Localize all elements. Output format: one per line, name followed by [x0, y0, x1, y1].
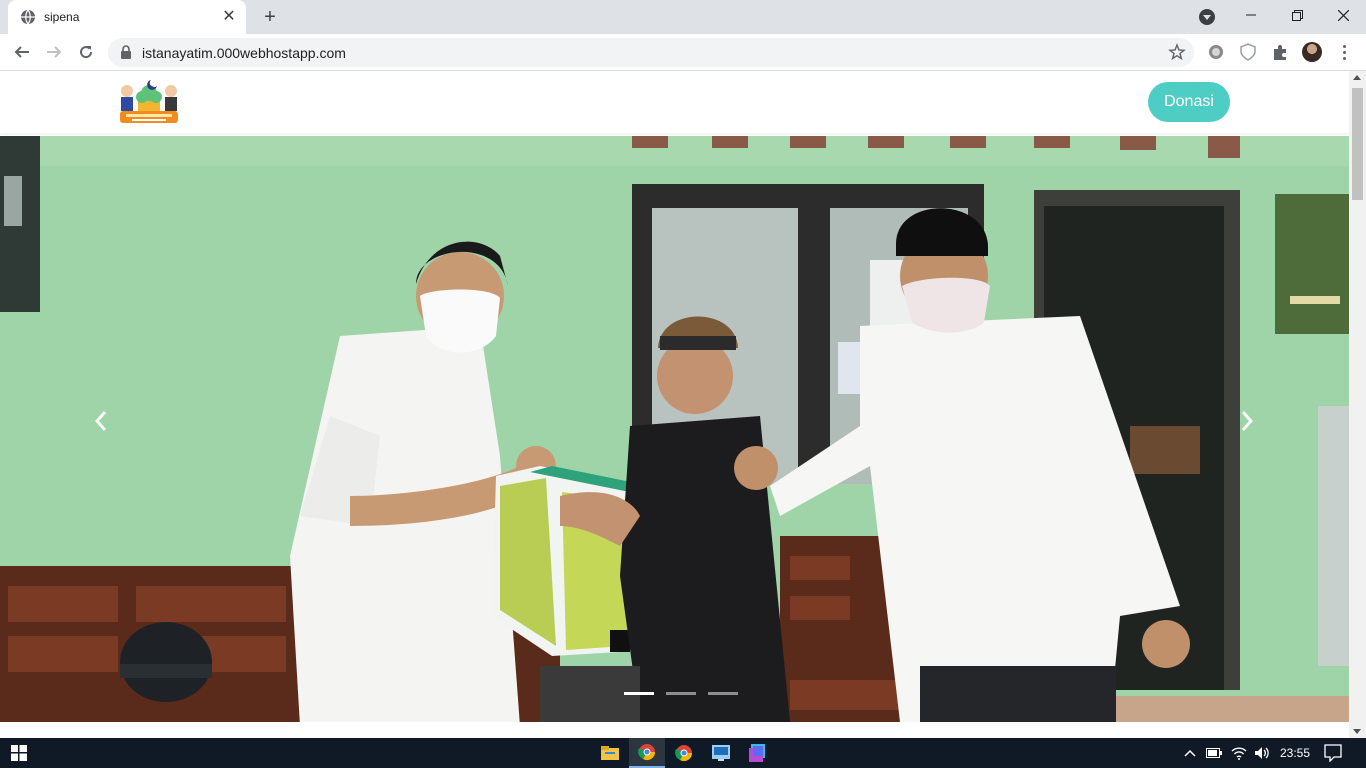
shield-icon	[1240, 43, 1256, 61]
chevron-left-icon	[94, 411, 107, 431]
hero-carousel	[0, 136, 1349, 722]
browser-tab[interactable]: sipena ✕	[8, 0, 246, 34]
battery-icon[interactable]	[1205, 744, 1223, 762]
file-explorer-taskbar-button[interactable]	[592, 738, 628, 768]
tab-search-icon[interactable]	[1199, 9, 1215, 25]
puzzle-icon	[1274, 45, 1286, 60]
carousel-indicator-3[interactable]	[708, 692, 738, 695]
app-icon	[749, 744, 765, 762]
browser-menu-button[interactable]	[1334, 42, 1354, 62]
tab-strip: sipena ✕ +	[0, 0, 1366, 34]
file-explorer-icon	[601, 746, 619, 760]
app-taskbar-button[interactable]	[703, 738, 739, 768]
taskbar-clock[interactable]: 23:55	[1280, 746, 1310, 760]
globe-icon	[21, 9, 35, 25]
scroll-down-arrow-icon[interactable]	[1353, 729, 1361, 734]
profile-avatar[interactable]	[1302, 42, 1322, 62]
carousel-prev-button[interactable]	[86, 406, 116, 436]
reload-button[interactable]	[74, 40, 98, 64]
browser-toolbar: istanayatim.000webhostapp.com	[0, 34, 1366, 71]
tray-chevron-up-icon[interactable]	[1181, 744, 1199, 762]
app-icon	[712, 745, 730, 761]
carousel-next-button[interactable]	[1232, 406, 1262, 436]
forward-button[interactable]	[42, 40, 66, 64]
chrome-taskbar-button-active[interactable]	[629, 738, 665, 768]
minimize-icon	[1246, 14, 1256, 16]
app-taskbar-button-2[interactable]	[740, 738, 776, 768]
page-scrollbar[interactable]	[1349, 71, 1366, 738]
bookmark-star-icon[interactable]	[1168, 43, 1186, 61]
url-text: istanayatim.000webhostapp.com	[142, 45, 346, 61]
reload-icon	[80, 46, 93, 59]
carousel-indicators	[624, 692, 738, 695]
site-header: Donasi	[0, 71, 1349, 133]
shield-extension-icon[interactable]	[1238, 42, 1258, 62]
restore-icon	[1291, 9, 1303, 21]
close-window-button[interactable]	[1320, 0, 1366, 30]
notification-center-icon[interactable]	[1324, 744, 1342, 762]
close-icon	[1337, 9, 1349, 21]
windows-logo-icon	[11, 745, 27, 761]
scroll-up-arrow-icon[interactable]	[1353, 75, 1361, 80]
extension-icon[interactable]	[1206, 42, 1226, 62]
carousel-indicator-2[interactable]	[666, 692, 696, 695]
minimize-button[interactable]	[1228, 0, 1274, 30]
windows-taskbar: 23:55	[0, 738, 1366, 768]
back-button[interactable]	[10, 40, 34, 64]
extensions-button[interactable]	[1270, 42, 1290, 62]
chevron-right-icon	[1241, 411, 1254, 431]
donasi-button[interactable]: Donasi	[1148, 82, 1230, 122]
arrow-right-icon	[47, 46, 62, 58]
lock-icon	[121, 45, 131, 59]
arrow-left-icon	[14, 46, 29, 58]
page-viewport: Donasi	[0, 71, 1366, 738]
chrome-taskbar-button[interactable]	[666, 738, 702, 768]
globe-extension-icon	[1209, 45, 1223, 59]
wifi-icon[interactable]	[1230, 744, 1248, 762]
new-tab-button[interactable]: +	[259, 6, 281, 28]
scroll-thumb[interactable]	[1352, 88, 1363, 200]
restore-button[interactable]	[1274, 0, 1320, 30]
site-logo[interactable]	[118, 77, 180, 127]
tab-title: sipena	[44, 10, 80, 24]
start-button[interactable]	[0, 738, 38, 768]
chrome-icon	[675, 745, 693, 762]
carousel-indicator-1[interactable]	[624, 692, 654, 695]
address-bar[interactable]: istanayatim.000webhostapp.com	[108, 38, 1194, 67]
carousel-slide-photo	[0, 136, 1349, 722]
chrome-icon	[638, 744, 656, 761]
volume-icon[interactable]	[1253, 744, 1271, 762]
close-tab-icon[interactable]: ✕	[220, 8, 238, 26]
